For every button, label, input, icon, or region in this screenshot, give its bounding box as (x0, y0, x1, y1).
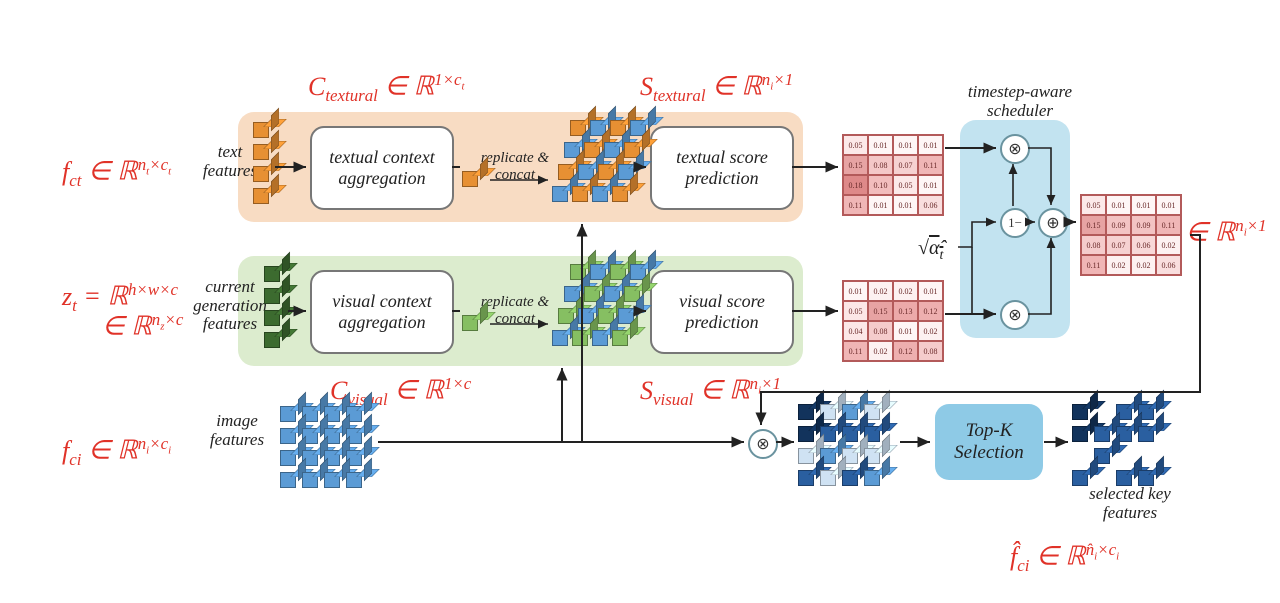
heatmap-visual: 0.010.020.020.010.050.150.130.120.040.08… (842, 280, 944, 362)
text-l3: features (190, 315, 270, 334)
formula-z-t-2: ∈ ℝnz×c (102, 310, 183, 342)
op-multiply-image: ⊗ (748, 429, 778, 459)
formula-s-visual: Svisual ∈ ℝni×1 (640, 374, 781, 410)
op-multiply-bottom: ⊗ (1000, 300, 1030, 330)
label-current-gen-features: current generation features (190, 278, 270, 334)
formula-f-ct: fct ∈ ℝnt×ct (62, 155, 171, 191)
text-l2: features (1075, 504, 1185, 523)
op-multiply-top: ⊗ (1000, 134, 1030, 164)
label-image-features: image features (202, 412, 272, 449)
text-l1: current (190, 278, 270, 297)
heatmap-textual: 0.050.010.010.010.150.080.070.110.180.10… (842, 134, 944, 216)
op-one-minus: 1− (1000, 208, 1030, 238)
box-visual-score: visual score prediction (650, 270, 794, 354)
label-sqrt-alpha: √α̂t (918, 237, 943, 264)
box-topk: Top-K Selection (935, 404, 1043, 480)
text: text features (203, 142, 257, 180)
box-textual-score: textual score prediction (650, 126, 794, 210)
box-textual-aggregation: textual context aggregation (310, 126, 454, 210)
text-l1: timestep-aware (955, 83, 1085, 102)
heatmap-final: 0.050.010.010.010.150.090.090.110.080.07… (1080, 194, 1182, 276)
formula-f-ci: fci ∈ ℝni×ci (62, 434, 171, 470)
text-l1: selected key (1075, 485, 1185, 504)
text-l2: scheduler (955, 102, 1085, 121)
op-plus: ⊕ (1038, 208, 1068, 238)
formula-f-ci-hat: f̂ci ∈ ℝn̂i×ci (1010, 540, 1119, 576)
text-l2: generation (190, 297, 270, 316)
label-selected-features: selected key features (1075, 485, 1185, 522)
box-visual-aggregation: visual context aggregation (310, 270, 454, 354)
label-scheduler: timestep-aware scheduler (955, 83, 1085, 120)
text: image features (210, 411, 264, 449)
formula-s-textural: Stextural ∈ ℝni×1 (640, 70, 793, 106)
formula-c-textural: Ctextural ∈ ℝ1×ct (308, 70, 465, 106)
